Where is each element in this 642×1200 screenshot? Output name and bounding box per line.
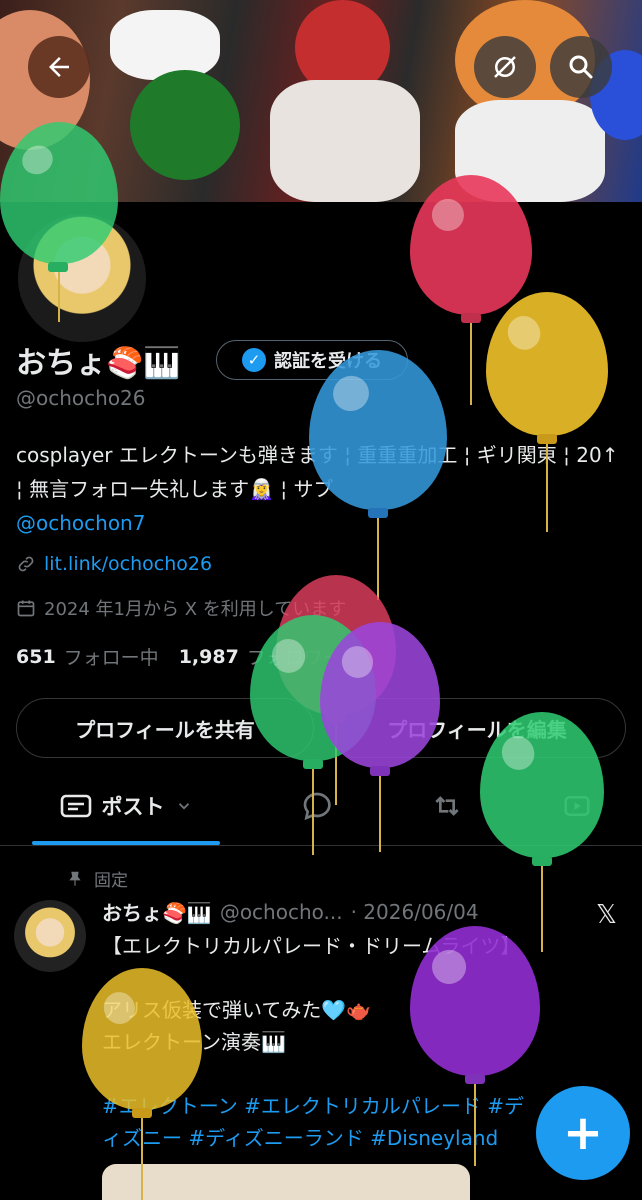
post-media-preview[interactable] [102,1164,470,1200]
search-icon [569,55,593,79]
joined-date: 2024 年1月から X を利用しています [44,599,347,620]
profile-bio: cosplayer エレクトーンも弾きます ¦ 重重重加工 ¦ ギリ関東 ¦ 2… [16,438,626,540]
pin-icon [69,871,81,886]
following-label[interactable]: フォロー中 [64,643,159,670]
pinned-label: 固定 [94,871,128,891]
tab-active-indicator [32,841,220,845]
post-line-2: アリス仮装で弾いてみた🩵🫖 [102,998,372,1022]
post-date[interactable]: · 2026/06/04 [351,900,479,924]
post-header: おちょ🍣🎹 @ochocho... · 2026/06/04 [102,897,479,926]
get-verified-button[interactable]: ✓ 認証を受ける [216,340,408,380]
tab-replies[interactable] [282,766,352,846]
tab-posts[interactable]: ポスト [32,766,220,846]
compose-post-button[interactable]: + [536,1086,630,1180]
reply-icon [303,792,331,821]
share-profile-button[interactable]: プロフィールを共有 [16,698,314,758]
post-author-handle[interactable]: @ochocho... [220,900,343,924]
post-line-1: 【エレクトリカルパレード・ドリームライツ】 [102,934,521,958]
profile-handle: @ochocho26 [16,386,146,410]
post-text[interactable]: 【エレクトリカルパレード・ドリームライツ】 アリス仮装で弾いてみた🩵🫖 エレクト… [102,930,622,1058]
followers-label[interactable]: フォロワー [247,643,342,670]
bio-text: cosplayer エレクトーンも弾きます ¦ 重重重加工 ¦ ギリ関東 ¦ 2… [16,443,619,501]
pinned-indicator: 固定 [66,866,128,891]
media-icon [564,796,590,816]
x-logo-icon: 𝕏 [596,900,617,930]
profile-name-row: おちょ🍣🎹 [16,340,181,381]
profile-name: おちょ🍣🎹 [16,346,181,381]
post-hashtags[interactable]: #エレクトーン #エレクトリカルパレード #ディズニー #ディズニーランド #D… [102,1090,532,1154]
verified-badge-icon: ✓ [242,348,266,372]
tab-media[interactable] [542,766,612,846]
grok-icon [494,56,516,78]
profile-link-row[interactable]: lit.link/ochocho26 [16,553,212,575]
calendar-icon [17,600,35,617]
balloon-red-icon [410,175,532,405]
back-button[interactable] [28,36,90,98]
link-icon [18,556,34,572]
profile-link[interactable]: lit.link/ochocho26 [44,553,212,575]
repost-icon [435,796,459,816]
post-author-avatar[interactable] [14,900,86,972]
bio-mention-link[interactable]: @ochochon7 [16,511,145,535]
arrow-left-icon [49,57,69,77]
grok-button[interactable] [474,36,536,98]
profile-banner[interactable] [0,0,642,202]
joined-date-row: 2024 年1月から X を利用しています [16,595,346,621]
search-button[interactable] [550,36,612,98]
follow-stats: 651 フォロー中 1,987 フォロワー [16,643,342,670]
posts-icon [60,794,91,818]
post-line-3: エレクトーン演奏🎹 [102,1030,286,1054]
tab-reposts[interactable] [412,766,482,846]
post-author-name[interactable]: おちょ🍣🎹 [102,897,212,926]
profile-tabs: ポスト [0,766,642,846]
chevron-down-icon [178,803,189,810]
tab-posts-label: ポスト [101,795,165,819]
profile-avatar[interactable] [14,210,150,346]
following-count[interactable]: 651 [16,646,56,668]
followers-count[interactable]: 1,987 [179,646,239,668]
get-verified-label: 認証を受ける [274,351,382,372]
edit-profile-button[interactable]: プロフィールを編集 [328,698,626,758]
